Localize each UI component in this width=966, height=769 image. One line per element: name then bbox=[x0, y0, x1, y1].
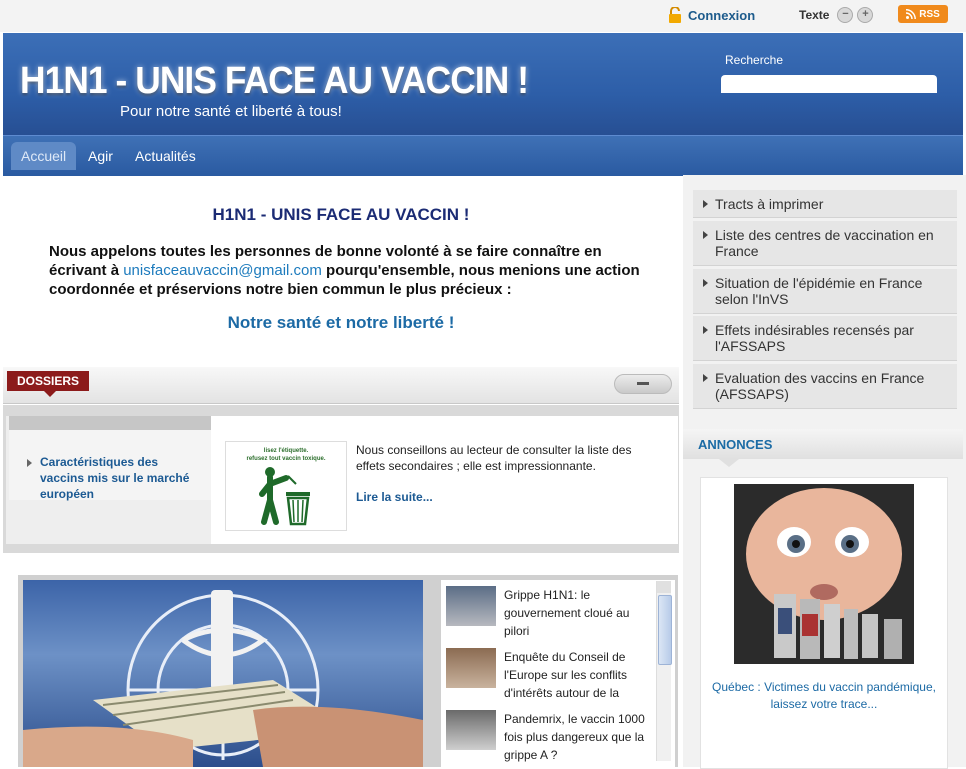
slider-main-image[interactable] bbox=[23, 580, 423, 767]
arrow-right-icon bbox=[703, 200, 708, 208]
sidebar-link-label: Evaluation des vaccins en France (AFSSAP… bbox=[715, 370, 925, 402]
top-bar: Connexion Texte − + RSS bbox=[0, 0, 966, 32]
news-slider: Grippe H1N1: le gouvernement cloué au pi… bbox=[18, 575, 678, 767]
read-more-link[interactable]: Lire la suite... bbox=[356, 490, 433, 504]
news-thumbnail bbox=[446, 710, 496, 750]
search-label: Recherche bbox=[725, 53, 784, 67]
lock-icon bbox=[669, 7, 681, 23]
news-title[interactable]: Enquête du Conseil de l'Europe sur les c… bbox=[504, 648, 656, 702]
who-money-image bbox=[23, 590, 423, 767]
annonces-pointer bbox=[719, 459, 739, 467]
site-tagline: Pour notre santé et liberté à tous! bbox=[120, 103, 342, 120]
rss-label: RSS bbox=[919, 8, 940, 20]
collapse-icon bbox=[637, 382, 649, 385]
rss-button[interactable]: RSS bbox=[898, 5, 948, 23]
intro-slogan: Notre santé et notre liberté ! bbox=[227, 313, 455, 332]
site-title[interactable]: H1N1 - UNIS FACE AU VACCIN ! bbox=[20, 60, 529, 103]
nav-item-accueil[interactable]: Accueil bbox=[11, 142, 77, 170]
sidebar-link-epidemie[interactable]: Situation de l'épidémie en France selon … bbox=[693, 269, 957, 314]
slider-news-list: Grippe H1N1: le gouvernement cloué au pi… bbox=[441, 580, 675, 767]
sidebar-link-label: Tracts à imprimer bbox=[715, 196, 824, 212]
nav-item-actualites[interactable]: Actualités bbox=[125, 142, 206, 170]
collapse-button[interactable] bbox=[614, 374, 672, 394]
arrow-right-icon bbox=[703, 279, 708, 287]
sidebar-link-effets[interactable]: Effets indésirables recensés par l'AFSSA… bbox=[693, 316, 957, 361]
email-link[interactable]: unisfaceauvaccin@gmail.com bbox=[123, 262, 322, 279]
dossier-description: Nous conseillons au lecteur de consulter… bbox=[356, 443, 632, 473]
dossier-thumbnail[interactable]: lisez l'étiquette. refusez tout vaccin t… bbox=[225, 441, 347, 531]
intro-title: H1N1 - UNIS FACE AU VACCIN ! bbox=[212, 205, 470, 224]
dossier-list-header bbox=[9, 416, 211, 430]
login-label: Connexion bbox=[688, 7, 756, 23]
annonce-link[interactable]: Québec : Victimes du vaccin pandémique, … bbox=[701, 679, 947, 713]
recycle-bin-icon: lisez l'étiquette. refusez tout vaccin t… bbox=[246, 448, 326, 526]
annonce-image[interactable] bbox=[734, 484, 914, 664]
arrow-right-icon bbox=[703, 326, 708, 334]
site-header: H1N1 - UNIS FACE AU VACCIN ! Pour notre … bbox=[3, 33, 963, 135]
sidebar-link-label: Effets indésirables recensés par l'AFSSA… bbox=[715, 322, 914, 354]
dossiers-tab-pointer bbox=[44, 391, 56, 397]
intro-text: Nous appelons toutes les personnes de bo… bbox=[49, 242, 659, 299]
news-thumbnail bbox=[446, 648, 496, 688]
search-input[interactable] bbox=[721, 75, 937, 93]
plus-icon[interactable]: + bbox=[857, 7, 874, 23]
nav-item-agir[interactable]: Agir bbox=[78, 142, 123, 170]
sidebar-link-evaluation[interactable]: Evaluation des vaccins en France (AFSSAP… bbox=[693, 364, 957, 409]
dossier-item-label[interactable]: Caractéristiques des vaccins mis sur le … bbox=[40, 454, 200, 502]
annonces-title: ANNONCES bbox=[698, 437, 773, 452]
news-scrollbar[interactable] bbox=[656, 581, 672, 761]
dossiers-header-bar bbox=[3, 367, 679, 404]
thumb-caption-1: lisez l'étiquette. bbox=[264, 448, 309, 454]
news-thumbnail bbox=[446, 586, 496, 626]
scroll-up-arrow[interactable] bbox=[657, 581, 671, 593]
thumb-caption-2: refusez tout vaccin toxique. bbox=[246, 456, 325, 462]
dossier-list-item[interactable]: Caractéristiques des vaccins mis sur le … bbox=[9, 430, 211, 502]
arrow-right-icon bbox=[27, 459, 32, 467]
sidebar-link-tracts[interactable]: Tracts à imprimer bbox=[693, 190, 957, 218]
minus-icon[interactable]: − bbox=[837, 7, 854, 23]
annonce-card: Québec : Victimes du vaccin pandémique, … bbox=[700, 477, 948, 769]
arrow-right-icon bbox=[703, 374, 708, 382]
sidebar-link-centres[interactable]: Liste des centres de vaccination en Fran… bbox=[693, 221, 957, 266]
rss-icon bbox=[906, 9, 917, 19]
scroll-thumb[interactable] bbox=[658, 595, 672, 665]
news-title[interactable]: Pandemrix, le vaccin 1000 fois plus dang… bbox=[504, 710, 656, 764]
sidebar-link-label: Situation de l'épidémie en France selon … bbox=[715, 275, 923, 307]
dossier-content: lisez l'étiquette. refusez tout vaccin t… bbox=[211, 416, 678, 544]
baby-vaccine-image bbox=[734, 484, 914, 664]
news-title[interactable]: Grippe H1N1: le gouvernement cloué au pi… bbox=[504, 586, 656, 640]
main-nav: Accueil Agir Actualités bbox=[3, 135, 963, 176]
text-size-label: Texte bbox=[799, 8, 830, 22]
dossiers-tab: DOSSIERS bbox=[7, 371, 90, 391]
sidebar-link-label: Liste des centres de vaccination en Fran… bbox=[715, 227, 934, 259]
text-size-control: Texte − + bbox=[799, 7, 874, 23]
login-link[interactable]: Connexion bbox=[668, 7, 755, 23]
arrow-right-icon bbox=[703, 231, 708, 239]
dossiers-inner: Caractéristiques des vaccins mis sur le … bbox=[6, 416, 678, 544]
dossiers-panel: Caractéristiques des vaccins mis sur le … bbox=[3, 405, 679, 553]
